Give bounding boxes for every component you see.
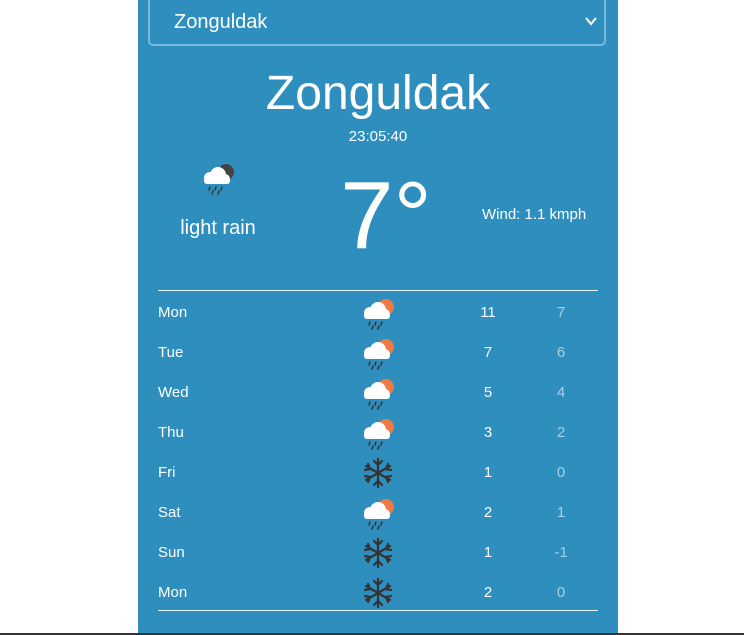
forecast-row: Sun 1 -1 [158,532,598,572]
forecast-day: Mon [158,304,188,321]
forecast-list: Mon 11 7 Tue 7 6 Wed 5 4 Thu 3 2 Fri 1 0 [158,292,598,612]
forecast-high: 3 [483,424,493,441]
forecast-high: 1 [483,544,493,561]
rain-cloud-sun-icon [363,338,395,370]
forecast-divider-top [158,290,598,291]
forecast-day: Thu [158,424,184,441]
forecast-divider-bottom [158,610,598,611]
condition-text: light rain [180,217,256,239]
forecast-high: 11 [480,304,496,321]
chevron-down-icon [585,17,597,26]
forecast-row: Mon 11 7 [158,292,598,332]
current-temperature: 7° [340,162,432,269]
forecast-high: 2 [483,584,493,601]
weather-panel: Zonguldak Zonguldak 23:05:40 light rain … [138,0,618,635]
city-select[interactable]: Zonguldak [148,0,606,46]
forecast-day: Sun [158,544,185,561]
rain-cloud-night-icon [204,164,234,195]
forecast-row: Wed 5 4 [158,372,598,412]
city-title: Zonguldak [265,67,491,120]
rain-cloud-sun-icon [363,418,395,450]
forecast-high: 7 [483,344,493,361]
snowflake-icon [363,537,393,569]
current-time: 23:05:40 [348,128,408,145]
forecast-low: 7 [556,304,566,321]
forecast-low: 4 [556,384,566,401]
wind-speed: Wind: 1.1 kmph [482,206,587,223]
rain-cloud-sun-icon [363,498,395,530]
forecast-high: 5 [483,384,493,401]
forecast-low: 1 [556,504,566,521]
forecast-row: Thu 3 2 [158,412,598,452]
forecast-day: Tue [158,344,184,361]
rain-cloud-sun-icon [363,298,395,330]
forecast-low: 2 [556,424,566,441]
forecast-row: Sat 2 1 [158,492,598,532]
snowflake-icon [363,457,393,489]
city-select-value: Zonguldak [174,10,268,33]
forecast-day: Wed [158,384,189,401]
forecast-low: -1 [554,544,568,561]
forecast-day: Sat [158,504,181,521]
forecast-row: Tue 7 6 [158,332,598,372]
forecast-high: 2 [483,504,493,521]
snowflake-icon [363,577,393,609]
rain-cloud-sun-icon [363,378,395,410]
forecast-low: 6 [556,344,566,361]
forecast-high: 1 [483,464,493,481]
forecast-low: 0 [556,584,566,601]
forecast-row: Mon 2 0 [158,572,598,612]
forecast-day: Fri [158,464,176,481]
forecast-day: Mon [158,584,188,601]
forecast-row: Fri 1 0 [158,452,598,492]
forecast-low: 0 [556,464,566,481]
